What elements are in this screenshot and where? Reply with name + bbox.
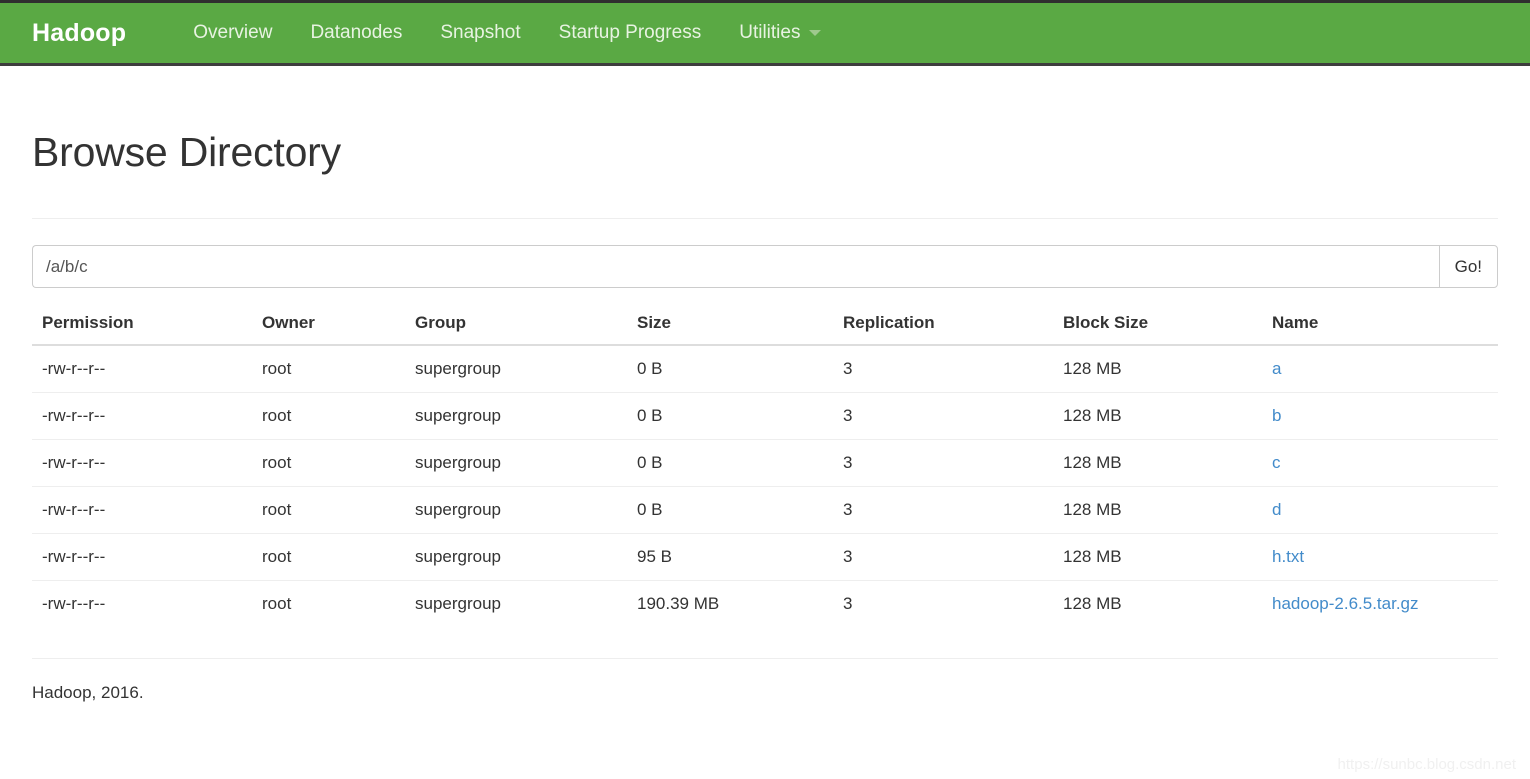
file-listing-table: Permission Owner Group Size Replication … [32, 304, 1498, 627]
cell-name: a [1262, 345, 1498, 393]
cell-owner: root [252, 392, 405, 440]
cell-block-size: 128 MB [1063, 359, 1122, 378]
nav-item-label: Overview [193, 22, 273, 43]
cell-block-size: 128 MB [1053, 392, 1262, 440]
cell-group: supergroup [405, 533, 627, 581]
file-name-link[interactable]: c [1272, 453, 1281, 472]
cell-permission: -rw-r--r-- [32, 439, 252, 487]
table-header-row: Permission Owner Group Size Replication … [32, 304, 1498, 346]
file-name-link[interactable]: hadoop-2.6.5.tar.gz [1272, 594, 1419, 613]
cell-owner: root [252, 439, 405, 487]
directory-path-input[interactable] [32, 245, 1439, 288]
cell-name: b [1262, 392, 1498, 440]
cell-name: d [1262, 486, 1498, 534]
cell-group: supergroup [405, 580, 627, 627]
footer-text: Hadoop, 2016. [32, 683, 144, 702]
nav-item-label: Snapshot [440, 22, 521, 43]
file-name-link[interactable]: h.txt [1272, 547, 1304, 566]
column-header-name: Name [1262, 304, 1498, 346]
cell-replication: 3 [833, 486, 1053, 534]
cell-size: 0 B [627, 486, 833, 534]
cell-size: 190.39 MB [627, 580, 833, 627]
go-button[interactable]: Go! [1438, 245, 1498, 288]
column-header-size: Size [627, 304, 833, 346]
table-row: -rw-r--r-- root supergroup 0 B 3 128 MB … [32, 345, 1498, 393]
cell-size: 0 B [627, 439, 833, 487]
cell-block-size: 128 MB [1053, 486, 1262, 534]
cell-size: 0 B [627, 392, 833, 440]
cell-permission: -rw-r--r-- [42, 359, 106, 378]
cell-replication: 3 [833, 439, 1053, 487]
cell-block-size: 128 MB [1053, 439, 1262, 487]
nav-item-datanodes[interactable]: Datanodes [291, 3, 421, 63]
cell-block-size: 128 MB [1053, 580, 1262, 627]
brand-logo[interactable]: Hadoop [32, 19, 126, 48]
cell-group: supergroup [415, 359, 502, 378]
nav-item-label: Utilities [739, 22, 801, 43]
table-row: -rw-r--r-- root supergroup 190.39 MB 3 1… [32, 580, 1498, 627]
column-header-group: Group [405, 304, 627, 346]
chevron-down-icon [809, 30, 822, 36]
cell-replication: 3 [843, 359, 853, 378]
cell-size: 95 B [627, 533, 833, 581]
cell-owner: root [252, 580, 405, 627]
nav-item-label: Startup Progress [558, 22, 702, 43]
file-name-link[interactable]: d [1272, 500, 1281, 519]
cell-replication: 3 [833, 533, 1053, 581]
nav-item-utilities[interactable]: Utilities [720, 3, 840, 63]
main-container: Browse Directory Go! Permission Owner Gr… [0, 66, 1530, 703]
title-divider [32, 218, 1498, 219]
table-header: Permission Owner Group Size Replication … [32, 304, 1498, 346]
cell-replication: 3 [833, 580, 1053, 627]
column-header-replication: Replication [833, 304, 1053, 346]
nav-item-overview[interactable]: Overview [174, 3, 291, 63]
table-row: -rw-r--r-- root supergroup 0 B 3 128 MB … [32, 439, 1498, 487]
cell-name: h.txt [1262, 533, 1498, 581]
nav-item-label: Datanodes [310, 22, 403, 43]
path-input-group: Go! [32, 245, 1498, 288]
nav-item-startup-progress[interactable]: Startup Progress [540, 3, 721, 63]
cell-owner: root [252, 533, 405, 581]
cell-permission: -rw-r--r-- [32, 580, 252, 627]
watermark-text: https://sunbc.blog.csdn.net [1337, 756, 1516, 773]
column-header-permission: Permission [32, 304, 252, 346]
file-name-link[interactable]: b [1272, 406, 1281, 425]
cell-name: hadoop-2.6.5.tar.gz [1262, 580, 1498, 627]
cell-name: c [1262, 439, 1498, 487]
file-name-link[interactable]: a [1272, 359, 1281, 378]
cell-size: 0 B [637, 359, 663, 378]
cell-group: supergroup [405, 392, 627, 440]
nav-links: Overview Datanodes Snapshot Startup Prog… [174, 3, 840, 63]
nav-item-snapshot[interactable]: Snapshot [421, 3, 539, 63]
table-row: -rw-r--r-- root supergroup 95 B 3 128 MB… [32, 533, 1498, 581]
cell-permission: -rw-r--r-- [32, 533, 252, 581]
cell-replication: 3 [833, 392, 1053, 440]
table-body: -rw-r--r-- root supergroup 0 B 3 128 MB … [32, 345, 1498, 627]
cell-group: supergroup [405, 439, 627, 487]
column-header-block-size: Block Size [1053, 304, 1262, 346]
cell-permission: -rw-r--r-- [32, 486, 252, 534]
cell-owner: root [262, 359, 292, 378]
cell-owner: root [252, 486, 405, 534]
cell-permission: -rw-r--r-- [32, 392, 252, 440]
cell-group: supergroup [405, 486, 627, 534]
table-row: -rw-r--r-- root supergroup 0 B 3 128 MB … [32, 486, 1498, 534]
column-header-owner: Owner [252, 304, 405, 346]
cell-block-size: 128 MB [1053, 533, 1262, 581]
table-row: -rw-r--r-- root supergroup 0 B 3 128 MB … [32, 392, 1498, 440]
page-title: Browse Directory [32, 129, 341, 175]
top-navbar: Hadoop Overview Datanodes Snapshot Start… [0, 3, 1530, 66]
